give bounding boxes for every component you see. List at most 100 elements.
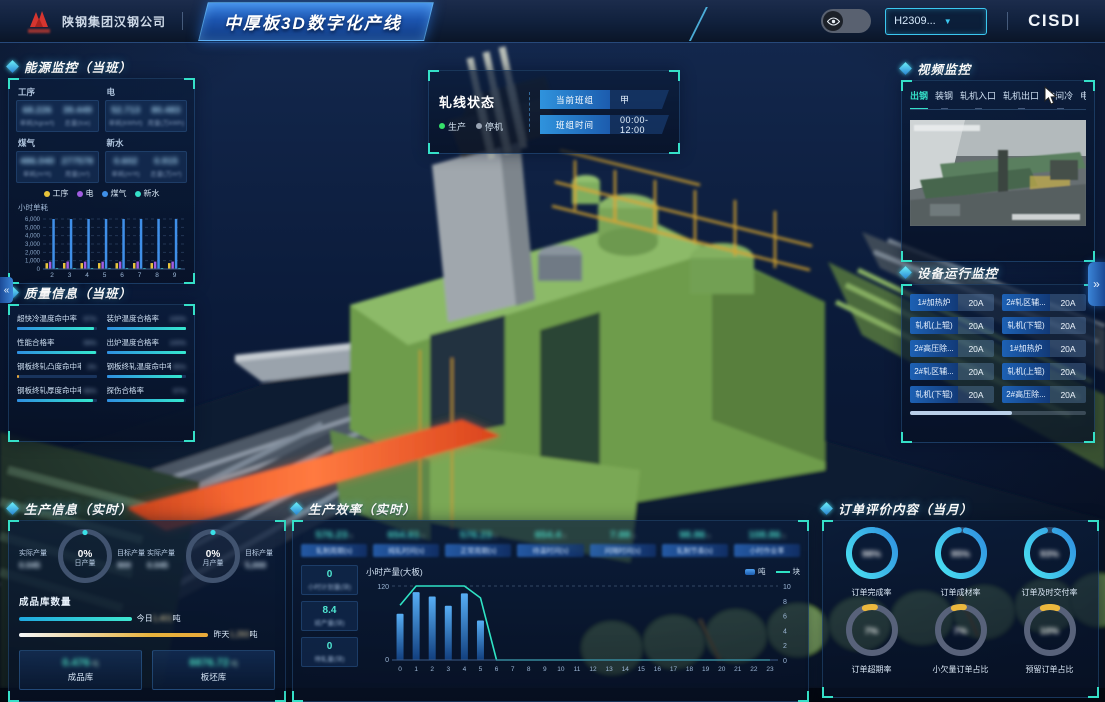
video-tab-5[interactable]: 电加热 — [1080, 89, 1086, 104]
energy-value: 68.226 — [23, 105, 52, 116]
quality-panel-title: 质量信息（当班） — [8, 284, 195, 300]
gauge-actual: 实际产量0.045 — [147, 548, 181, 570]
quality-item-top: 超快冷温度命中率97% — [17, 313, 97, 324]
hour-legend-label: 块 — [793, 566, 801, 577]
header-divider — [1007, 12, 1008, 30]
video-tab-4[interactable]: 中间冷 — [1046, 89, 1073, 104]
eye-icon — [823, 11, 843, 31]
energy-unit: 总量(tce) — [64, 117, 90, 127]
legend-dot-icon — [44, 191, 50, 197]
equipment-name: 2#高压除... — [910, 340, 958, 357]
donut-center-text: 0%月产量 — [186, 529, 240, 588]
equipment-panel-body: 1#加热炉20A2#轧区辅...20A轧机(上辊)20A轧机(下辊)20A2#高… — [901, 284, 1095, 443]
energy-legend-item: 电 — [77, 188, 94, 199]
line-status-panel: 轧线状态 生产停机 当前班组甲班组时间00:00-12:00 — [428, 70, 680, 154]
efficiency-stat-label: 轧制周期(s) — [301, 544, 367, 557]
efficiency-stat-value: 576.23 s — [445, 529, 511, 541]
order-donut: 93% — [1024, 527, 1076, 584]
video-tabs: 出钢装钢轧机入口轧机出口中间冷 电加热 — [910, 89, 1086, 110]
efficiency-stat-label: 小时作业率 — [734, 544, 800, 557]
gauge-actual-value: 0.045 — [19, 560, 53, 570]
corner-bracket — [184, 431, 195, 442]
energy-value-col: 68.226单耗(kgce/t) — [17, 101, 57, 131]
equipment-panel: 设备运行监控 1#加热炉20A2#轧区辅...20A轧机(上辊)20A轧机(下辊… — [901, 264, 1095, 443]
efficiency-side-chip: 0小时计划量(块) — [301, 565, 358, 595]
efficiency-stat-value: 7.88 s — [590, 529, 656, 541]
equipment-scrollbar-thumb[interactable] — [910, 411, 1012, 415]
quality-item-top: 探伤合格率97% — [107, 385, 187, 396]
legend-dot-icon — [77, 191, 83, 197]
quality-item-top: 钢板终轧凸度命中率3% — [17, 361, 97, 372]
device-selector-dropdown[interactable]: H2309... ▼ — [885, 8, 987, 35]
order-donut-text: 7% — [846, 604, 898, 661]
svg-text:17: 17 — [670, 666, 678, 673]
video-tab-0[interactable]: 出钢 — [910, 89, 928, 104]
stock-bar — [19, 633, 208, 637]
corner-bracket — [8, 78, 19, 89]
efficiency-side-value: 0 — [304, 641, 355, 652]
energy-group-name: 电 — [107, 86, 188, 98]
equipment-item: 1#加热炉20A — [1002, 340, 1086, 357]
quality-bar-track — [107, 351, 187, 354]
tab-tick — [1057, 108, 1064, 110]
corner-bracket — [428, 143, 439, 154]
energy-unit: 总量(万m³) — [150, 168, 181, 178]
efficiency-stat-label: 轧制节奏(s) — [662, 544, 728, 557]
right-collapse-handle[interactable]: » — [1088, 262, 1105, 306]
corner-bracket — [275, 520, 286, 531]
quality-item-top: 钢板终轧温度命中率95% — [107, 361, 187, 372]
svg-text:6: 6 — [120, 272, 124, 279]
panel-diamond-icon — [899, 62, 912, 75]
order-donut-text: 93% — [1024, 527, 1076, 584]
efficiency-side-chip: 0待轧量(块) — [301, 637, 358, 667]
svg-text:15: 15 — [638, 666, 646, 673]
energy-unit: 单耗(m³/t) — [23, 168, 52, 178]
donut-sub-label: 月产量 — [203, 560, 224, 568]
energy-panel-title-text: 能源监控（当班） — [24, 57, 132, 76]
video-tab-3[interactable]: 轧机出口 — [1003, 89, 1039, 104]
corner-bracket — [822, 520, 833, 531]
energy-unit: 单耗(kgce/t) — [20, 117, 55, 127]
panel-diamond-icon — [820, 502, 833, 515]
stock-bar-label: 昨天1,293吨 — [213, 629, 257, 640]
production-box: 0.476吨成品库 — [19, 650, 142, 690]
corner-bracket — [901, 251, 912, 262]
video-panel-title: 视频监控 — [901, 60, 1095, 76]
svg-text:120: 120 — [377, 584, 389, 591]
order-donut-label: 订单超期率 — [852, 664, 892, 675]
order-donut-cell: 95%订单成材率 — [935, 527, 987, 598]
quality-item-label: 钢板终轧凸度命中率 — [17, 361, 81, 372]
donut-pct: 0% — [206, 549, 220, 561]
quality-bar-fill — [107, 327, 187, 330]
line-status-title: 轧线状态 — [439, 92, 527, 111]
order-donut-text: 95% — [935, 527, 987, 584]
equipment-item: 2#轧区辅...20A — [910, 363, 994, 380]
energy-group-name: 煤气 — [18, 137, 99, 149]
left-collapse-handle[interactable]: « — [0, 277, 13, 303]
quality-item: 钢板终轧凸度命中率3% — [17, 361, 97, 378]
corner-bracket — [184, 78, 195, 89]
equipment-value: 20A — [958, 317, 994, 334]
visibility-toggle[interactable] — [821, 9, 871, 33]
quality-bar-track — [107, 327, 187, 330]
svg-text:19: 19 — [702, 666, 710, 673]
orders-panel-body: 98%订单完成率95%订单成材率93%订单及时交付率7%订单超期率7%小欠量订单… — [822, 520, 1099, 698]
quality-bar-fill — [17, 375, 19, 378]
corner-bracket — [8, 520, 19, 531]
quality-bar-fill — [107, 375, 183, 378]
svg-text:3,000: 3,000 — [25, 242, 41, 248]
svg-text:4: 4 — [85, 272, 89, 279]
corner-bracket — [292, 520, 303, 531]
legend-dot-icon — [102, 191, 108, 197]
svg-text:11: 11 — [574, 666, 581, 673]
energy-value: 52.713 — [111, 105, 140, 116]
svg-text:6: 6 — [783, 614, 787, 621]
video-tab-1[interactable]: 装钢 — [935, 89, 953, 104]
camera-feed[interactable] — [910, 120, 1086, 226]
line-status-badge-value: 甲 — [610, 90, 669, 109]
production-boxes: 0.476吨成品库8876.72吨板坯库 — [19, 650, 275, 690]
energy-unit: 单耗(kWh/t) — [109, 117, 143, 127]
order-donut-label: 订单及时交付率 — [1022, 587, 1078, 598]
video-tab-2[interactable]: 轧机入口 — [960, 89, 996, 104]
energy-panel-body: 工序68.226单耗(kgce/t)39.449总量(tce)电52.713单耗… — [8, 78, 195, 284]
